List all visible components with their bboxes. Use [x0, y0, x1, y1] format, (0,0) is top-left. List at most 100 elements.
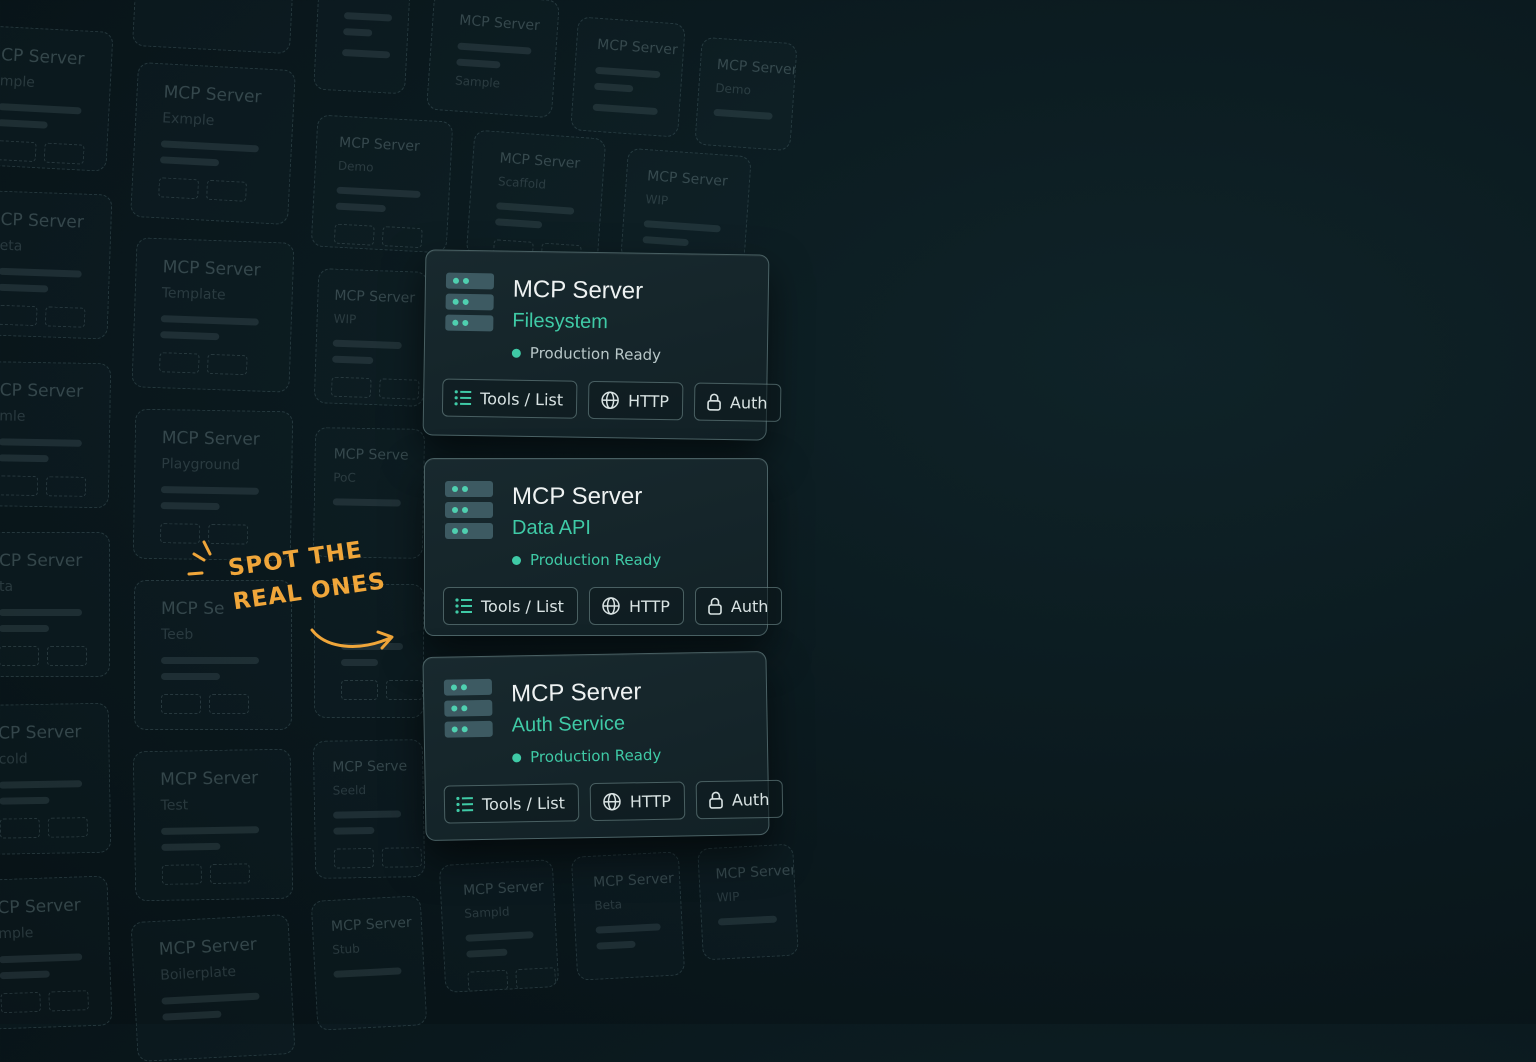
ghost-card-title: MCP Server [163, 82, 294, 109]
ghost-card-subtitle: PoC [333, 470, 423, 486]
ghost-card-subtitle: Boilerplate [160, 961, 291, 984]
http-button[interactable]: HTTP [589, 587, 684, 625]
ghost-card-title: CP Server [0, 551, 109, 571]
ghost-card-subtitle: mle [0, 408, 109, 426]
lock-icon [706, 392, 722, 412]
card-actions: Tools / List HTTP Auth [444, 780, 784, 824]
ghost-card: MCP Server [570, 16, 686, 137]
ghost-card-subtitle: Seeld [333, 782, 423, 798]
auth-label: Auth [732, 789, 770, 809]
status-dot-icon [512, 753, 521, 762]
status-label: Production Ready [530, 746, 661, 766]
ghost-card-title: MCP Server [716, 57, 795, 78]
status-badge: Production Ready [512, 746, 661, 767]
ghost-card-title: MCP Serve [334, 446, 424, 464]
tools-list-label: Tools / List [481, 597, 564, 616]
globe-icon [600, 390, 620, 410]
ghost-card-title: CP Server [0, 894, 108, 918]
lock-icon [708, 790, 724, 810]
ghost-card-subtitle: Playground [161, 456, 291, 474]
ghost-card-subtitle: mple [0, 73, 110, 95]
card-subtitle: Data API [512, 517, 591, 540]
tools-list-button[interactable]: Tools / List [443, 587, 578, 625]
ghost-card-subtitle: Beta [594, 894, 681, 912]
ghost-card-title: MCP Server [459, 13, 558, 36]
ghost-card [132, 0, 294, 54]
http-button[interactable]: HTTP [590, 781, 686, 821]
card-title: MCP Server [513, 276, 644, 306]
status-dot-icon [512, 556, 521, 565]
http-label: HTTP [629, 597, 670, 616]
ghost-card: MCP Server WIP [314, 268, 429, 407]
ghost-card-subtitle: Exmple [162, 110, 293, 133]
server-card-auth-service[interactable]: MCP Server Auth Service Production Ready… [422, 651, 769, 841]
annotation-text: SPOT THE REAL ONES [226, 531, 388, 620]
ghost-card-subtitle: Sampld [464, 902, 555, 921]
ghost-card-subtitle: ta [0, 579, 109, 595]
http-button[interactable]: HTTP [588, 381, 684, 420]
card-actions: Tools / List HTTP Auth [443, 587, 782, 625]
tools-list-button[interactable]: Tools / List [442, 379, 578, 419]
ghost-card [313, 0, 411, 94]
status-label: Production Ready [530, 551, 661, 569]
ghost-card-title: MCP Server [593, 870, 680, 890]
globe-icon [602, 792, 622, 812]
ghost-card: MCP Serve Seeld [313, 739, 425, 879]
auth-button[interactable]: Auth [694, 383, 782, 422]
globe-icon [601, 596, 621, 616]
ghost-card: MCP Server Exmple [130, 62, 296, 225]
status-badge: Production Ready [512, 551, 661, 569]
ghost-card-subtitle: mple [0, 922, 109, 942]
card-subtitle: Auth Service [511, 712, 625, 737]
ghost-card-subtitle: Template [161, 285, 291, 306]
ghost-card-title: MCP Server [162, 257, 293, 282]
arrow-right-icon [306, 622, 406, 662]
ghost-card-title: CP Server [1, 45, 112, 71]
ghost-card-subtitle: WIP [716, 887, 795, 905]
ghost-card: MCP Server Stub [311, 895, 428, 1031]
ghost-card: MCP Server Demo [694, 37, 797, 151]
ghost-card-subtitle: Demo [338, 159, 451, 179]
auth-button[interactable]: Auth [696, 780, 784, 820]
ghost-card-title: CP Server [0, 210, 111, 234]
server-rack-icon [444, 679, 493, 743]
ghost-card-title: MCP Server [162, 428, 292, 450]
ghost-card-subtitle: cold [0, 750, 109, 768]
lock-icon [707, 596, 723, 616]
ghost-card-title: CP Server [0, 722, 108, 744]
http-label: HTTP [628, 391, 669, 411]
server-card-data-api[interactable]: MCP Server Data API Production Ready Too… [424, 458, 768, 636]
ghost-card-title: MCP Server [331, 914, 422, 935]
server-rack-icon [445, 481, 493, 544]
tools-list-label: Tools / List [480, 389, 563, 409]
ghost-card: CP Server ta [0, 532, 110, 677]
list-icon [455, 598, 473, 614]
server-rack-icon [445, 273, 494, 337]
ghost-card-title: CP Server [0, 380, 110, 402]
ghost-card: MCP Server Demo [311, 115, 454, 254]
sparkle-icon [186, 540, 226, 580]
auth-label: Auth [730, 393, 768, 413]
ghost-card-title: MCP Server [334, 288, 427, 307]
ghost-card: CP Server cold [0, 703, 111, 856]
card-title: MCP Server [512, 483, 642, 511]
ghost-card-subtitle: Scaffold [498, 174, 603, 195]
ghost-card-title: MCP Server [158, 933, 289, 960]
ghost-card: MCP Server WIP [620, 148, 752, 268]
ghost-card: CP Server mple [0, 875, 113, 1030]
ghost-card: MCP Server Boilerplate [130, 914, 295, 1062]
card-subtitle: Filesystem [512, 310, 608, 334]
auth-button[interactable]: Auth [695, 587, 783, 625]
ghost-card: CP Server mle [0, 361, 111, 509]
ghost-card: MCP Server Scaffold [466, 130, 606, 265]
server-card-filesystem[interactable]: MCP Server Filesystem Production Ready T… [423, 249, 770, 440]
tools-list-button[interactable]: Tools / List [444, 783, 580, 823]
ghost-card-title: MCP Server [463, 878, 554, 899]
ghost-card: MCP Server Sampld [439, 859, 560, 993]
ghost-card-subtitle: Sample [455, 73, 554, 94]
ghost-card: CP Server mple [0, 24, 114, 172]
ghost-card-title: MCP Server [597, 37, 684, 59]
ghost-card-subtitle: Test [161, 796, 291, 814]
ghost-card-title: MCP Server [647, 168, 750, 191]
ghost-card: MCP Server Test [133, 749, 294, 902]
